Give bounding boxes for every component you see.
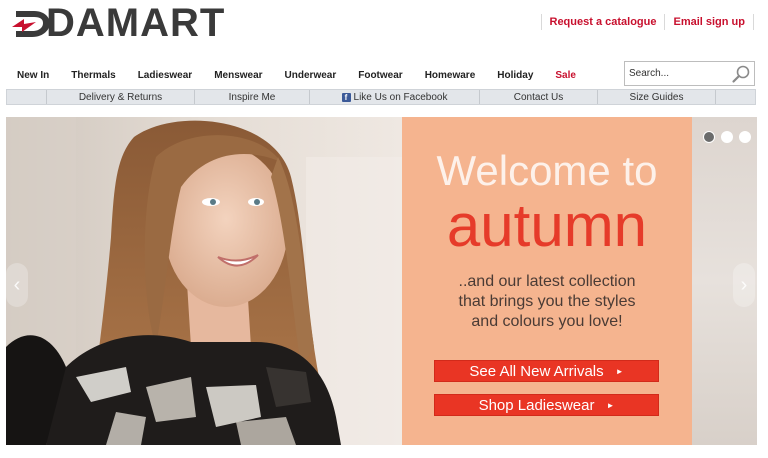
email-signup-link[interactable]: Email sign up <box>664 14 754 30</box>
nav-item-footwear[interactable]: Footwear <box>347 70 413 81</box>
request-catalogue-link[interactable]: Request a catalogue <box>540 14 665 30</box>
hero-tagline: ..and our latest collection that brings … <box>402 272 692 332</box>
button-label: Shop Ladieswear <box>478 396 595 414</box>
nav-item-new-in[interactable]: New In <box>6 70 60 81</box>
carousel-dot[interactable] <box>703 131 715 143</box>
hero-banner[interactable]: Welcome to autumn ..and our latest colle… <box>6 117 757 445</box>
model-photo <box>6 117 402 445</box>
nav-item-menswear[interactable]: Menswear <box>203 70 273 81</box>
subnav-size-guides[interactable]: Size Guides <box>598 90 716 104</box>
search-input[interactable] <box>629 66 729 81</box>
subnav-label: Inspire Me <box>228 91 276 103</box>
carousel-dot[interactable] <box>721 131 733 143</box>
search-box <box>624 61 755 86</box>
subnav-label: Delivery & Returns <box>78 91 163 103</box>
button-label: See All New Arrivals <box>469 362 604 380</box>
subnav-spacer <box>7 90 47 104</box>
see-all-new-arrivals-button[interactable]: See All New Arrivals ► <box>434 360 659 382</box>
shop-ladieswear-button[interactable]: Shop Ladieswear ► <box>434 394 659 416</box>
utility-links: Request a catalogue Email sign up <box>540 14 754 30</box>
subnav-contact-us[interactable]: Contact Us <box>480 90 598 104</box>
nav-item-thermals[interactable]: Thermals <box>60 70 126 81</box>
secondary-navigation: Delivery & Returns Inspire Me f Like Us … <box>6 89 756 105</box>
subnav-label: Size Guides <box>629 91 684 103</box>
tagline-line: that brings you the styles <box>458 293 636 310</box>
carousel-dot[interactable] <box>739 131 751 143</box>
subnav-facebook[interactable]: f Like Us on Facebook <box>310 90 480 104</box>
tagline-line: ..and our latest collection <box>458 273 636 290</box>
nav-item-holiday[interactable]: Holiday <box>486 70 544 81</box>
magnifier-icon[interactable] <box>731 64 751 84</box>
hero-headline: Welcome to <box>436 147 658 194</box>
carousel-prev-icon[interactable]: ‹ <box>6 263 28 307</box>
logo-wordmark: DAMART <box>46 1 226 45</box>
facebook-icon: f <box>341 92 351 102</box>
play-arrow-icon: ► <box>615 366 624 376</box>
play-arrow-icon: ► <box>606 400 615 410</box>
nav-item-ladieswear[interactable]: Ladieswear <box>127 70 203 81</box>
nav-item-homeware[interactable]: Homeware <box>414 70 487 81</box>
tagline-line: and colours you love! <box>471 313 623 330</box>
subnav-label: Contact Us <box>513 91 564 103</box>
subnav-spacer <box>716 90 755 104</box>
nav-item-sale[interactable]: Sale <box>544 70 587 81</box>
nav-item-underwear[interactable]: Underwear <box>274 70 348 81</box>
subnav-delivery-returns[interactable]: Delivery & Returns <box>47 90 195 104</box>
hero-season: autumn <box>446 192 648 259</box>
carousel-next-icon[interactable]: › <box>733 263 755 307</box>
subnav-label: Like Us on Facebook <box>353 91 448 103</box>
damart-logo[interactable]: DAMART <box>10 3 225 43</box>
promo-panel: Welcome to autumn ..and our latest colle… <box>402 117 692 445</box>
main-navigation: New In Thermals Ladieswear Menswear Unde… <box>6 62 587 88</box>
carousel-pagination <box>703 131 757 143</box>
subnav-inspire-me[interactable]: Inspire Me <box>195 90 310 104</box>
